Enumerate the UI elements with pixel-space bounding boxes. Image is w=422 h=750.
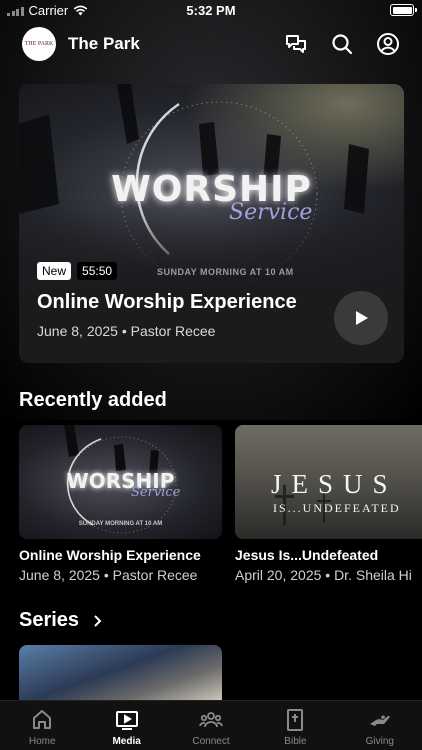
tab-label: Giving: [365, 736, 394, 747]
church-logo[interactable]: THE PARK: [22, 27, 56, 61]
media-art-title: WORSHIP: [66, 469, 175, 493]
media-thumbnail: WORSHIP Service SUNDAY MORNING AT 10 AM: [19, 425, 222, 539]
tab-home[interactable]: Home: [0, 701, 84, 750]
home-icon: [33, 710, 52, 729]
featured-art-title: WORSHIP: [111, 169, 312, 210]
media-card[interactable]: JESUS IS...UNDEFEATED Jesus Is...Undefea…: [235, 425, 422, 583]
media-thumbnail: JESUS IS...UNDEFEATED: [235, 425, 422, 539]
media-icon: [115, 711, 138, 730]
media-art-title: JESUS: [271, 469, 398, 499]
recently-added-heading: Recently added: [19, 389, 167, 411]
featured-art-script: Service: [229, 200, 313, 225]
status-bar: Carrier 5:32 PM: [0, 0, 422, 22]
media-meta: June 8, 2025 • Pastor Recee: [19, 567, 198, 583]
media-art-subtitle: SUNDAY MORNING AT 10 AM: [78, 521, 163, 527]
tab-connect[interactable]: Connect: [169, 701, 253, 750]
tab-label: Bible: [284, 736, 307, 747]
tab-label: Home: [28, 736, 56, 747]
tab-label: Connect: [192, 736, 230, 747]
play-icon: [356, 311, 368, 325]
series-header[interactable]: Series: [19, 609, 103, 632]
tab-label: Media: [112, 736, 141, 747]
search-icon[interactable]: [330, 32, 354, 56]
media-art-script: IS...UNDEFEATED: [273, 501, 401, 515]
tab-giving[interactable]: Giving: [338, 701, 422, 750]
featured-title: Online Worship Experience: [37, 291, 297, 313]
app-header: THE PARK The Park: [22, 26, 400, 62]
tab-media[interactable]: Media: [84, 701, 168, 750]
clock: 5:32 PM: [186, 3, 236, 18]
play-button[interactable]: [334, 291, 388, 345]
tab-bible[interactable]: Bible: [253, 701, 337, 750]
new-badge: New: [37, 262, 72, 280]
featured-art-subtitle: SUNDAY MORNING AT 10 AM: [157, 267, 294, 277]
featured-media-card[interactable]: WORSHIP Service SUNDAY MORNING AT 10 AM …: [19, 84, 404, 363]
media-meta: April 20, 2025 • Dr. Sheila Hi: [235, 567, 412, 583]
media-title: Jesus Is...Undefeated: [235, 547, 379, 563]
featured-meta: June 8, 2025 • Pastor Recee: [37, 323, 216, 339]
giving-icon: [369, 715, 390, 726]
battery-icon: [390, 4, 417, 16]
account-icon[interactable]: [376, 32, 400, 56]
messages-icon[interactable]: [284, 32, 308, 56]
media-title: Online Worship Experience: [19, 547, 201, 563]
series-heading: Series: [19, 609, 80, 631]
connect-icon: [199, 712, 223, 728]
app-title: The Park: [68, 34, 140, 53]
duration-badge: 55:50: [77, 262, 118, 280]
series-thumbnail[interactable]: [19, 645, 222, 705]
media-art-script: Service: [131, 485, 181, 500]
bible-icon: [287, 709, 304, 731]
media-card[interactable]: WORSHIP Service SUNDAY MORNING AT 10 AM …: [19, 425, 222, 583]
tab-bar: Home Media Connect Bible Giving: [0, 700, 422, 750]
chevron-right-icon: [94, 614, 102, 627]
logo-text: THE PARK: [24, 41, 54, 47]
